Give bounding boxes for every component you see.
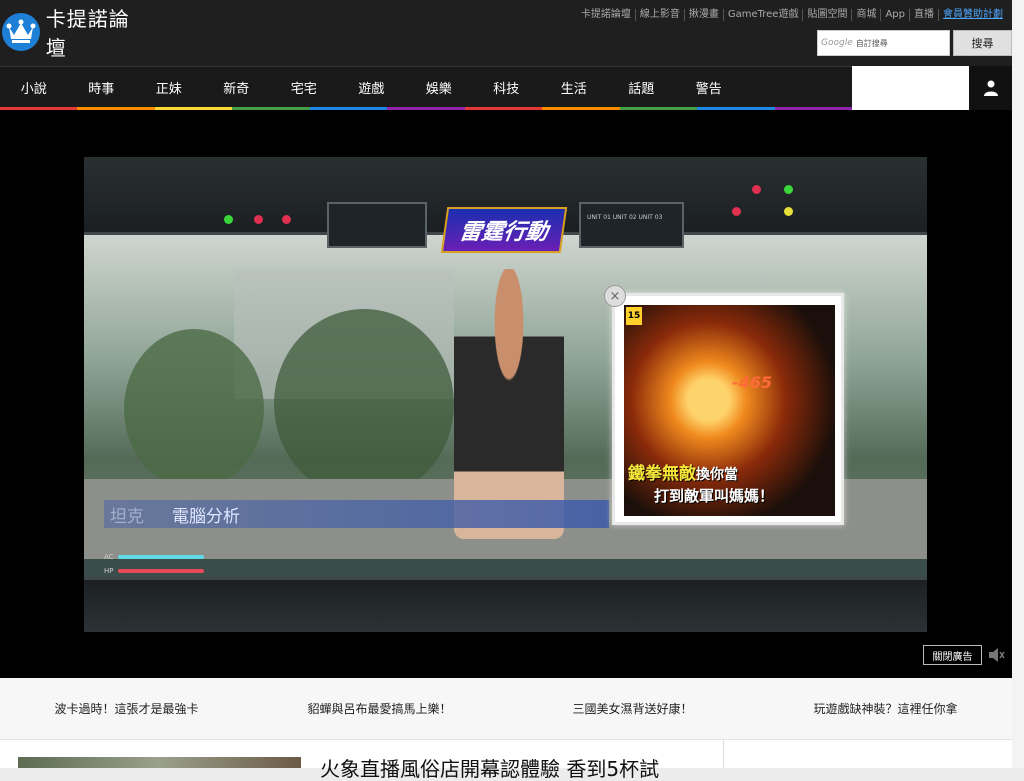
user-button[interactable] xyxy=(969,66,1012,110)
bar-ac-label: AC xyxy=(104,553,114,561)
bar-hp-label: HP xyxy=(104,567,114,575)
article-thumbnail[interactable] xyxy=(18,757,301,768)
nav-item-beauty[interactable]: 正妹 xyxy=(135,78,203,97)
toplink-comics[interactable]: 揪漫畫 xyxy=(683,9,723,21)
toplink-live[interactable]: 直播 xyxy=(909,9,938,21)
hud-panel-right: UNIT 01 UNIT 02 UNIT 03 xyxy=(579,202,684,248)
led-icon xyxy=(282,215,291,224)
toplink-app[interactable]: App xyxy=(880,9,909,21)
nav-item-topics[interactable]: 話題 xyxy=(608,78,676,97)
logo-text: 卡提諾論壇 xyxy=(45,7,130,60)
google-label: Google xyxy=(821,38,853,48)
caption-analysis: 電腦分析 xyxy=(172,506,240,527)
main-nav: 小說 時事 正妹 新奇 宅宅 遊戲 娛樂 科技 生活 話題 警告 xyxy=(0,66,852,110)
led-icon xyxy=(784,185,793,194)
speaker-mute-icon[interactable] xyxy=(988,647,1006,665)
nav-item-news[interactable]: 時事 xyxy=(68,78,136,97)
user-icon xyxy=(983,80,998,96)
article-title[interactable]: 火象直播風俗店開幕認體驗 香到5杯試 xyxy=(320,758,659,780)
popup-subline: 打到敵軍叫媽媽！ xyxy=(654,487,775,505)
promo-link[interactable]: 玩遊戲缺神裝？這裡任你拿 xyxy=(759,678,1012,739)
nav-item-warning[interactable]: 警告 xyxy=(675,78,743,97)
popup-headline: 鐵拳無敵換你當 xyxy=(628,459,833,484)
search-form: Google 自訂搜尋 搜尋 xyxy=(817,30,1012,56)
popup-headline-sub: 換你當 xyxy=(696,467,738,483)
led-icon xyxy=(752,185,761,194)
search-input[interactable]: Google 自訂搜尋 xyxy=(817,30,950,56)
nav-item-life[interactable]: 生活 xyxy=(540,78,608,97)
ad-popup[interactable]: 15 -465 鐵拳無敵換你當 打到敵軍叫媽媽！ × xyxy=(604,285,844,525)
led-icon xyxy=(732,207,741,216)
nav-item-novel[interactable]: 小說 xyxy=(0,78,68,97)
toplink-gametree[interactable]: GameTree遊戲 xyxy=(722,9,803,21)
led-icon xyxy=(254,215,263,224)
video-caption-bar: 坦克 電腦分析 xyxy=(104,500,609,528)
damage-number: -465 xyxy=(732,373,773,392)
hp-bar xyxy=(117,569,204,573)
search-placeholder: 自訂搜尋 xyxy=(855,38,888,48)
promo-link[interactable]: 波卡過時！這張才是最強卡 xyxy=(0,678,253,739)
caption-tank: 坦克 xyxy=(110,506,144,527)
toplink-sponsor[interactable]: 會員贊助計劃 xyxy=(938,9,1007,21)
nav-item-tech[interactable]: 科技 xyxy=(473,78,541,97)
crown-logo-icon xyxy=(2,13,40,51)
video-tree xyxy=(274,309,454,499)
video-character xyxy=(454,269,564,539)
age-rating-badge: 15 xyxy=(626,307,642,325)
top-links: 卡提諾論壇 線上影音 揪漫畫 GameTree遊戲 貼圖空間 商城 App 直播… xyxy=(577,9,1007,21)
promo-link[interactable]: 三國美女濕背送好康！ xyxy=(506,678,759,739)
nav-item-games[interactable]: 遊戲 xyxy=(338,78,406,97)
nav-item-novelty[interactable]: 新奇 xyxy=(203,78,271,97)
site-logo[interactable]: 卡提諾論壇 xyxy=(0,7,150,60)
video-game-title: 雷霆行動 xyxy=(440,207,568,253)
video-ad-area: UNIT 01 UNIT 02 UNIT 03 雷霆行動 坦克 電腦分析 AC … xyxy=(0,110,1012,678)
toplink-video[interactable]: 線上影音 xyxy=(634,9,684,21)
nav-item-otaku[interactable]: 宅宅 xyxy=(270,78,338,97)
hud-status-bars: AC HP xyxy=(104,550,204,578)
hud-panel-left xyxy=(327,202,427,248)
nav-item-entertainment[interactable]: 娛樂 xyxy=(405,78,473,97)
sidebar xyxy=(724,740,1012,768)
promo-links-row: 波卡過時！這張才是最強卡 貂蟬與呂布最愛搞馬上樂！ 三國美女濕背送好康！ 玩遊戲… xyxy=(0,678,1012,740)
video-tree xyxy=(124,329,264,489)
led-icon xyxy=(784,207,793,216)
video-hud-bottom xyxy=(84,577,927,632)
scrollbar-gutter xyxy=(1012,0,1024,768)
article-card[interactable]: 火象直播風俗店開幕認體驗 香到5杯試 xyxy=(0,740,724,780)
led-icon xyxy=(224,215,233,224)
user-area xyxy=(852,66,969,110)
site-header: 卡提諾論壇 卡提諾論壇 線上影音 揪漫畫 GameTree遊戲 貼圖空間 商城 … xyxy=(0,0,1012,66)
toplink-forum[interactable]: 卡提諾論壇 xyxy=(577,9,635,21)
popup-image: 15 -465 鐵拳無敵換你當 打到敵軍叫媽媽！ xyxy=(624,305,835,516)
popup-headline-main: 鐵拳無敵 xyxy=(628,464,696,484)
popup-close-icon[interactable]: × xyxy=(604,285,626,307)
close-ad-button[interactable]: 關閉廣告 xyxy=(923,645,982,665)
toplink-images[interactable]: 貼圖空間 xyxy=(802,9,851,21)
toplink-shop[interactable]: 商城 xyxy=(851,9,880,21)
promo-link[interactable]: 貂蟬與呂布最愛搞馬上樂！ xyxy=(253,678,506,739)
ac-bar xyxy=(117,555,204,559)
search-button[interactable]: 搜尋 xyxy=(953,30,1012,56)
